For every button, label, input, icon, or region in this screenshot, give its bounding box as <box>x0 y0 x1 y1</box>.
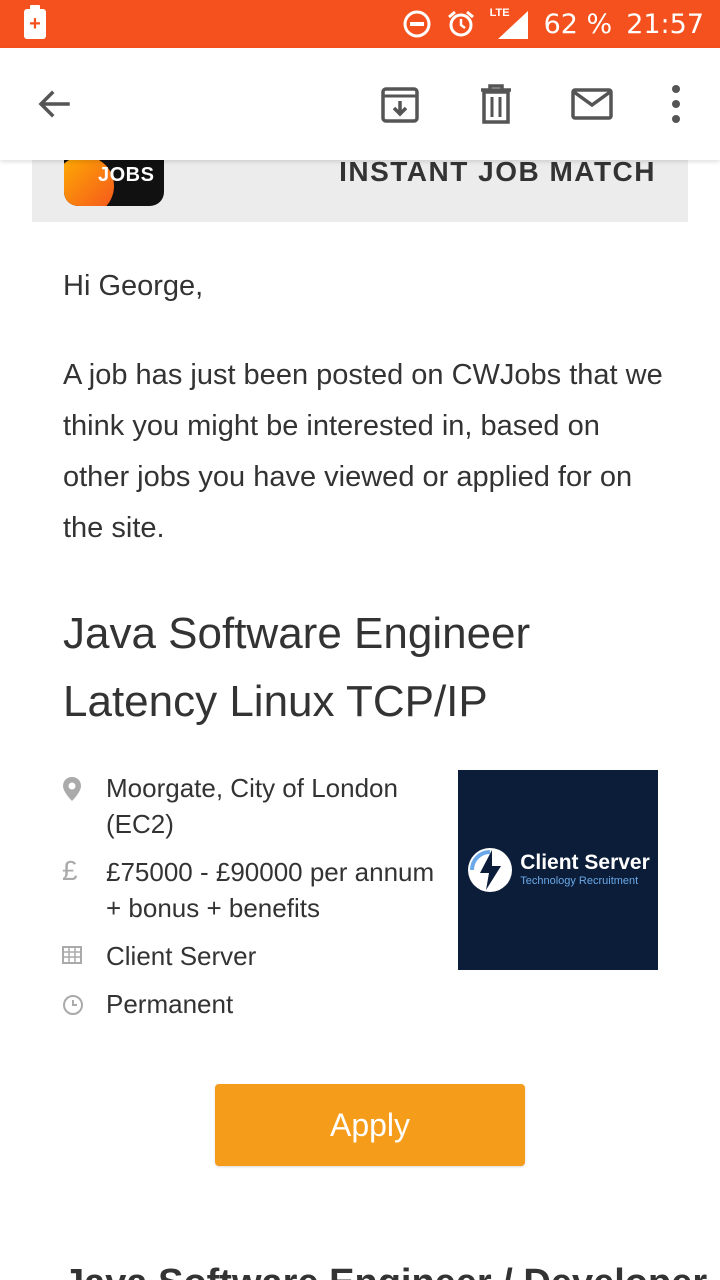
alarm-icon <box>447 10 474 37</box>
apply-button[interactable]: Apply <box>215 1084 525 1166</box>
job-location-row: Moorgate, City of London (EC2) <box>60 770 436 842</box>
job-type: Permanent <box>106 989 234 1019</box>
location-pin-icon <box>60 770 106 842</box>
back-button[interactable] <box>32 82 76 126</box>
status-bar: + LTE 62 % 21:57 <box>0 0 720 48</box>
back-arrow-icon <box>38 90 70 118</box>
mark-unread-button[interactable] <box>570 82 614 126</box>
status-icons: LTE 62 % 21:57 <box>402 7 704 40</box>
pound-sign-icon: £ <box>62 855 78 886</box>
job-company: Client Server <box>106 941 257 971</box>
more-vert-icon <box>672 85 680 123</box>
job-salary: £75000 - £90000 per annum + bonus + bene… <box>106 857 435 923</box>
archive-icon <box>381 87 419 123</box>
battery-saver-icon: + <box>24 5 46 39</box>
banner-title: INSTANT JOB MATCH <box>339 160 656 187</box>
cwjobs-logo-text: JOBS <box>98 164 155 186</box>
cwjobs-logo: JOBS <box>64 160 164 206</box>
mail-icon <box>571 88 613 120</box>
delete-icon <box>481 84 511 124</box>
clock-icon <box>60 986 106 1022</box>
email-toolbar <box>0 48 720 160</box>
battery-percent: 62 % <box>543 8 613 40</box>
delete-button[interactable] <box>474 82 518 126</box>
company-logo: Client Server Technology Recruitment <box>458 770 658 970</box>
company-logo-tagline: Technology Recruitment <box>520 875 639 887</box>
building-icon <box>60 938 106 974</box>
more-options-button[interactable] <box>654 82 698 126</box>
email-greeting: Hi George, <box>63 270 204 302</box>
do-not-disturb-icon <box>403 10 431 38</box>
email-banner: JOBS INSTANT JOB MATCH <box>32 160 688 222</box>
email-intro: A job has just been posted on CWJobs tha… <box>63 359 663 544</box>
archive-button[interactable] <box>378 82 422 126</box>
job-type-row: Permanent <box>60 986 233 1022</box>
job-location: Moorgate, City of London (EC2) <box>106 773 398 839</box>
job-company-row: Client Server <box>60 938 256 974</box>
next-job-title[interactable]: Java Software Engineer / Developer <box>63 1262 707 1280</box>
client-server-logo-icon <box>468 848 513 892</box>
signal-icon: LTE <box>490 7 530 39</box>
company-logo-name: Client Server <box>520 851 650 874</box>
job-salary-row: £ £75000 - £90000 per annum + bonus + be… <box>60 854 436 926</box>
job-title-link[interactable]: Java Software Engineer Latency Linux TCP… <box>63 600 663 736</box>
clock-time: 21:57 <box>626 8 704 40</box>
